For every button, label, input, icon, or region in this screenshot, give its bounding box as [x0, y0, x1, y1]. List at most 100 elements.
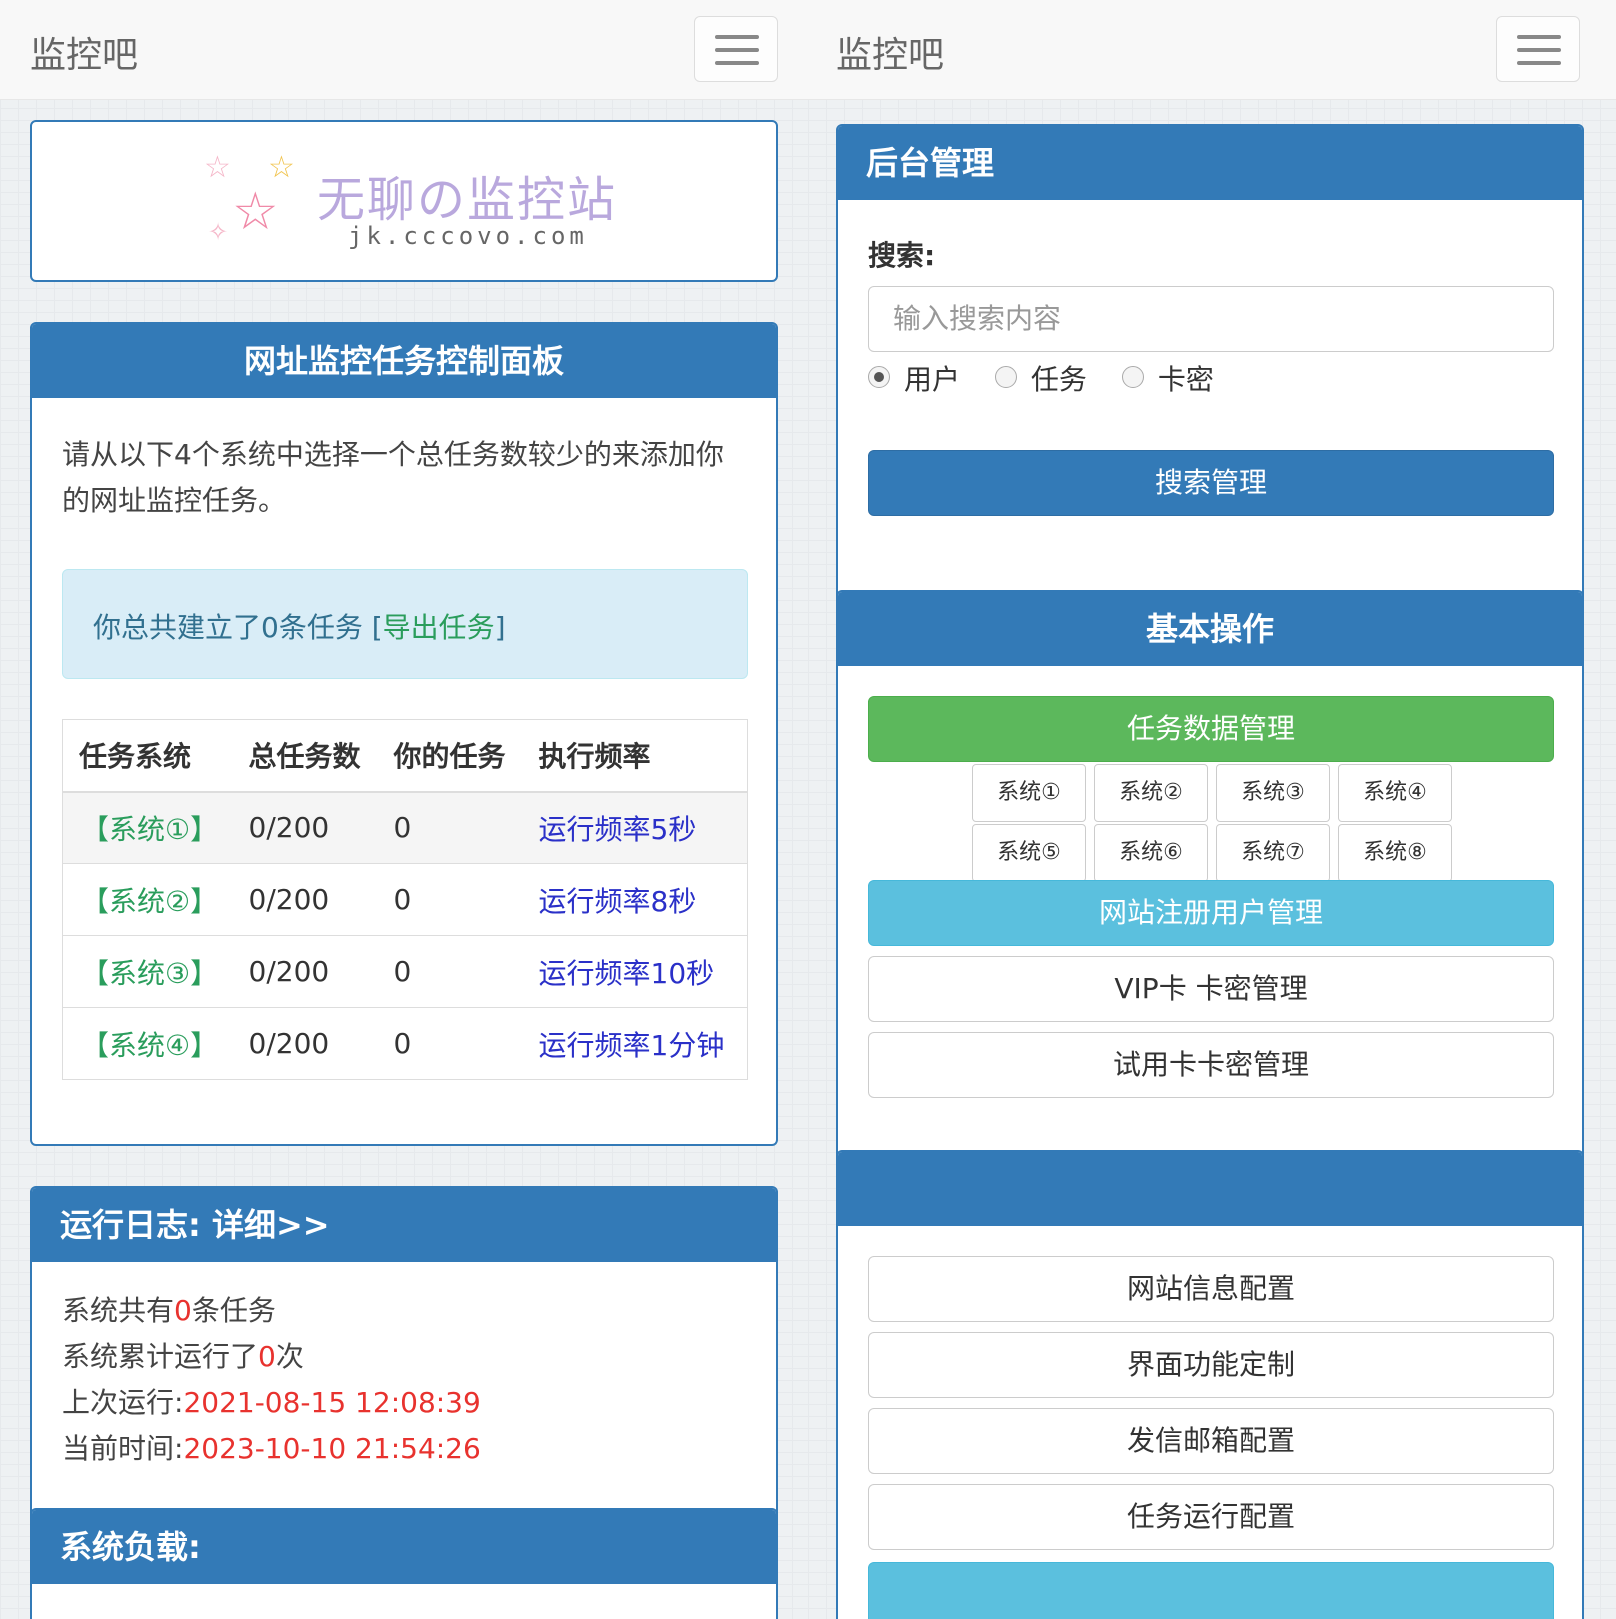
alert-text: 你总共建立了0条任务 [	[93, 611, 383, 644]
hamburger-icon-bar	[715, 61, 759, 65]
log-line-current-time: 当前时间:2023-10-10 21:54:26	[62, 1426, 481, 1472]
task-run-config-button[interactable]: 任务运行配置	[868, 1484, 1554, 1550]
log-label: 系统共有	[62, 1294, 175, 1327]
table-row: 【系统③】 0/200 0 运行频率10秒	[62, 935, 748, 1008]
more-button[interactable]	[868, 1562, 1554, 1619]
log-label: 当前时间:	[62, 1432, 184, 1465]
radio-unchecked-icon	[1121, 366, 1144, 388]
mail-config-button[interactable]: 发信邮箱配置	[868, 1408, 1554, 1474]
admin-panel: 后台管理 搜索: 输入搜索内容 用户 任务 卡密 搜索管理	[836, 124, 1584, 624]
my-tasks: 0	[377, 1007, 523, 1080]
system-link[interactable]: 【系统④】	[62, 1007, 233, 1080]
radio-label: 用户	[904, 363, 961, 396]
system-load-title: 系统负载:	[32, 1510, 776, 1584]
table-row: 【系统④】 0/200 0 运行频率1分钟	[62, 1007, 748, 1080]
menu-toggle-button[interactable]	[694, 16, 778, 82]
total-tasks: 0/200	[232, 863, 378, 936]
system-link[interactable]: 【系统③】	[62, 935, 233, 1008]
logo-banner: ☆ ☆ ☆ ✧ 无聊の监控站 jk.cccovo.com	[30, 120, 778, 282]
radio-label: 任务	[1030, 363, 1087, 396]
star-icon: ✧	[208, 218, 229, 246]
system-link[interactable]: 【系统①】	[62, 791, 233, 864]
star-icon: ☆	[204, 150, 231, 185]
navbar: 监控吧	[0, 0, 808, 100]
logo-subtitle: jk.cccovo.com	[348, 222, 588, 250]
system-load-panel: 系统负载:	[30, 1508, 778, 1619]
task-data-button[interactable]: 任务数据管理	[868, 696, 1554, 762]
system-2-button[interactable]: 系统②	[1094, 764, 1208, 822]
total-tasks: 0/200	[232, 935, 378, 1008]
table-row: 【系统②】 0/200 0 运行频率8秒	[62, 863, 748, 936]
left-screen: 监控吧 ☆ ☆ ☆ ✧ 无聊の监控站 jk.cccovo.com 网址监控任务控…	[0, 0, 808, 1619]
radio-card[interactable]: 卡密	[1121, 358, 1214, 398]
system-5-button[interactable]: 系统⑤	[972, 824, 1086, 882]
log-unit: 条任务	[191, 1294, 276, 1327]
column-header: 总任务数	[232, 719, 378, 793]
system-3-button[interactable]: 系统③	[1216, 764, 1330, 822]
system-7-button[interactable]: 系统⑦	[1216, 824, 1330, 882]
run-log-title[interactable]: 运行日志: 详细>>	[32, 1188, 776, 1262]
frequency-link[interactable]: 运行频率5秒	[522, 791, 748, 864]
radio-unchecked-icon	[994, 366, 1017, 388]
vip-card-button[interactable]: VIP卡 卡密管理	[868, 956, 1554, 1022]
total-tasks: 0/200	[232, 1007, 378, 1080]
system-8-button[interactable]: 系统⑧	[1338, 824, 1452, 882]
site-info-config-button[interactable]: 网站信息配置	[868, 1256, 1554, 1322]
frequency-link[interactable]: 运行频率1分钟	[522, 1007, 748, 1080]
config-panel: 网站信息配置 界面功能定制 发信邮箱配置 任务运行配置	[836, 1150, 1584, 1619]
log-line-task-count: 系统共有0条任务	[62, 1288, 481, 1334]
search-input[interactable]: 输入搜索内容	[868, 286, 1554, 352]
system-4-button[interactable]: 系统④	[1338, 764, 1452, 822]
log-line-run-count: 系统累计运行了0次	[62, 1334, 481, 1380]
search-manage-button[interactable]: 搜索管理	[868, 450, 1554, 516]
run-log-panel: 运行日志: 详细>> 系统共有0条任务 系统累计运行了0次 上次运行:2021-…	[30, 1186, 778, 1526]
radio-user[interactable]: 用户	[868, 358, 960, 398]
control-panel-intro: 请从以下4个系统中选择一个总任务数较少的来添加你的网址监控任务。	[62, 438, 724, 517]
column-header: 执行频率	[522, 719, 748, 793]
frequency-link[interactable]: 运行频率10秒	[522, 935, 748, 1008]
system-1-button[interactable]: 系统①	[972, 764, 1086, 822]
hamburger-icon	[1517, 35, 1561, 39]
log-unit: 次	[275, 1340, 304, 1373]
log-label: 系统累计运行了	[62, 1340, 259, 1373]
alert-end: ]	[494, 611, 506, 644]
system-6-button[interactable]: 系统⑥	[1094, 824, 1208, 882]
log-value: 0	[174, 1294, 192, 1327]
system-table: 任务系统 总任务数 你的任务 执行频率 【系统①】 0/200 0 运行频率5秒…	[62, 719, 748, 1080]
hamburger-icon-bar	[1517, 48, 1561, 52]
control-panel: 网址监控任务控制面板 请从以下4个系统中选择一个总任务数较少的来添加你的网址监控…	[30, 322, 778, 1146]
right-screen: 监控吧 后台管理 搜索: 输入搜索内容 用户 任务 卡密 搜索管理 基本操作 任…	[808, 0, 1616, 1619]
my-tasks: 0	[377, 935, 523, 1008]
hamburger-icon-bar	[715, 48, 759, 52]
total-tasks: 0/200	[232, 791, 378, 864]
export-tasks-link[interactable]: 导出任务	[383, 611, 495, 644]
star-icon: ☆	[268, 150, 295, 185]
radio-task[interactable]: 任务	[994, 358, 1087, 398]
table-row: 【系统①】 0/200 0 运行频率5秒	[62, 791, 748, 864]
frequency-link[interactable]: 运行频率8秒	[522, 863, 748, 936]
radio-label: 卡密	[1157, 363, 1214, 396]
ui-customize-button[interactable]: 界面功能定制	[868, 1332, 1554, 1398]
logo-title: 无聊の监控站	[317, 172, 618, 228]
search-type-radios: 用户 任务 卡密	[868, 358, 1240, 398]
trial-card-button[interactable]: 试用卡卡密管理	[868, 1032, 1554, 1098]
brand-link[interactable]: 监控吧	[836, 26, 944, 78]
log-value: 2021-08-15 12:08:39	[183, 1386, 481, 1419]
radio-checked-icon	[868, 366, 890, 388]
log-line-last-run: 上次运行:2021-08-15 12:08:39	[62, 1380, 481, 1426]
navbar: 监控吧	[808, 0, 1616, 100]
site-users-button[interactable]: 网站注册用户管理	[868, 880, 1554, 946]
system-link[interactable]: 【系统②】	[62, 863, 233, 936]
log-label: 上次运行:	[62, 1386, 184, 1419]
my-tasks: 0	[377, 791, 523, 864]
search-label: 搜索:	[868, 239, 936, 272]
control-panel-title: 网址监控任务控制面板	[32, 324, 776, 398]
table-header-row: 任务系统 总任务数 你的任务 执行频率	[62, 719, 748, 793]
basic-operations-panel: 基本操作 任务数据管理 系统① 系统② 系统③ 系统④ 系统⑤ 系统⑥ 系统⑦ …	[836, 590, 1584, 1160]
brand-link[interactable]: 监控吧	[30, 26, 138, 78]
task-count-alert: 你总共建立了0条任务 [导出任务]	[62, 569, 748, 679]
menu-toggle-button[interactable]	[1496, 16, 1580, 82]
basic-operations-title: 基本操作	[838, 592, 1582, 666]
star-icon: ☆	[232, 182, 279, 242]
admin-panel-title: 后台管理	[838, 126, 1582, 200]
